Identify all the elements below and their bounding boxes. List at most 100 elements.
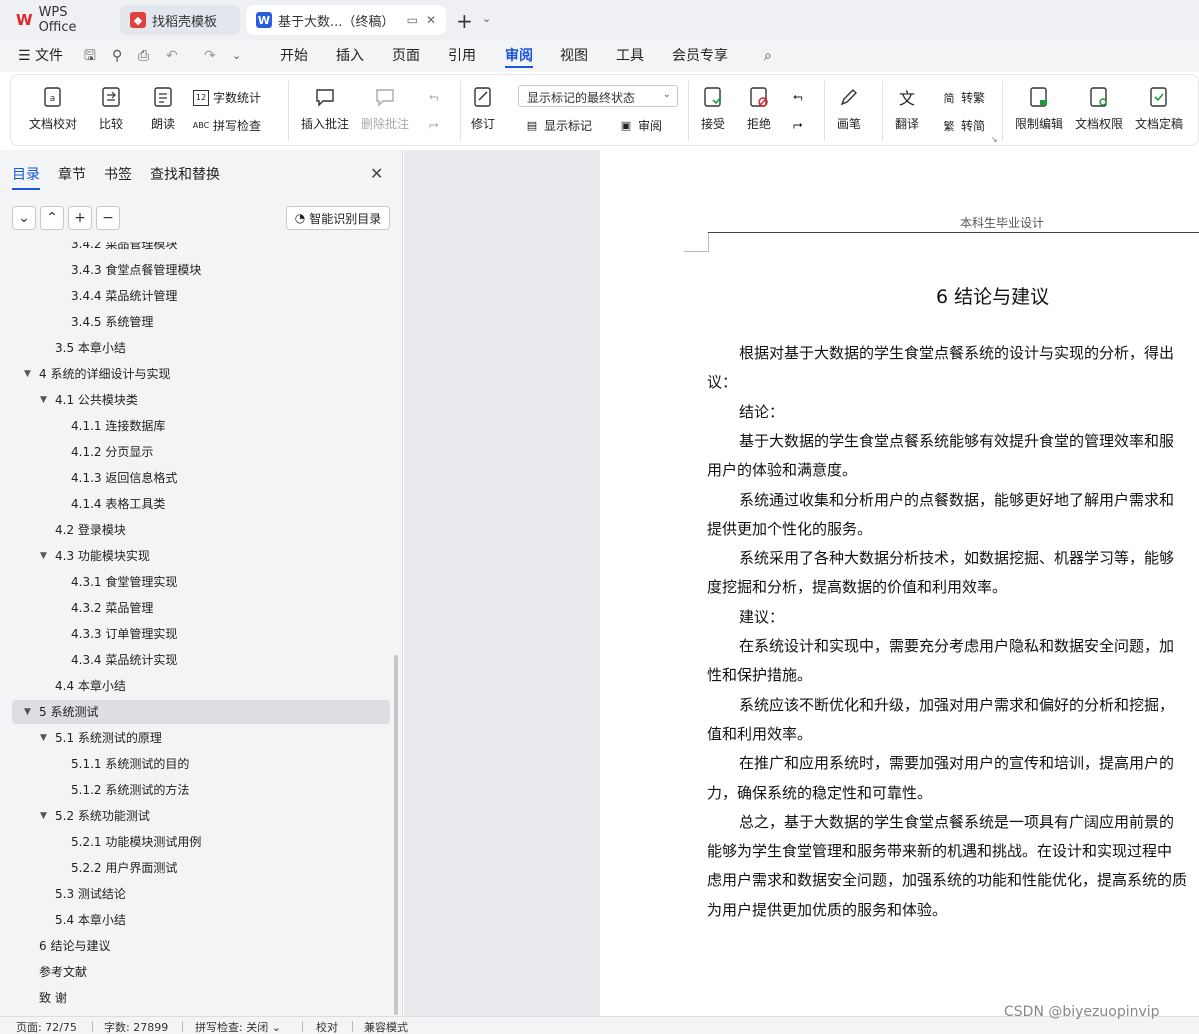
- toc-item[interactable]: 4.3.3 订单管理实现: [12, 622, 390, 646]
- smart-toc-button[interactable]: ◔ 智能识别目录: [286, 206, 390, 230]
- group-expand-icon[interactable]: ↘: [991, 135, 998, 144]
- share-icon[interactable]: ⚲: [112, 46, 122, 68]
- toc-item[interactable]: 6 结论与建议: [12, 934, 390, 958]
- review-pane-button[interactable]: ▣ 审阅: [618, 117, 662, 134]
- collapse-all-button[interactable]: ⌃: [40, 206, 64, 230]
- toc-item[interactable]: 5.1.2 系统测试的方法: [12, 778, 390, 802]
- menu-membership[interactable]: 会员专享: [672, 46, 728, 68]
- tab-toc[interactable]: 目录: [12, 164, 40, 184]
- toc-item[interactable]: ▼ 4 系统的详细设计与实现: [12, 362, 390, 386]
- expand-caret-icon[interactable]: ▼: [40, 544, 47, 568]
- menu-insert[interactable]: 插入: [336, 46, 364, 68]
- toc-item[interactable]: 5.3 测试结论: [12, 882, 390, 906]
- toc-item[interactable]: 4.3.2 菜品管理: [12, 596, 390, 620]
- next-change-icon[interactable]: ⮣: [793, 117, 803, 132]
- toc-item[interactable]: 4.1.2 分页显示: [12, 440, 390, 464]
- toc-item[interactable]: 3.4.3 食堂点餐管理模块: [12, 258, 390, 282]
- tab-bookmark[interactable]: 书签: [104, 164, 132, 184]
- tab-template-store[interactable]: ◆ 找稻壳模板: [120, 5, 240, 35]
- menu-tools[interactable]: 工具: [616, 46, 644, 68]
- expand-caret-icon[interactable]: ▼: [24, 362, 31, 386]
- add-heading-button[interactable]: +: [68, 206, 92, 230]
- delete-comment-button[interactable]: 删除批注: [361, 85, 409, 132]
- accept-button[interactable]: 接受: [701, 85, 725, 132]
- menu-home[interactable]: 开始: [280, 46, 308, 68]
- next-comment-icon[interactable]: ⮣: [429, 117, 439, 132]
- file-menu[interactable]: ☰ 文件: [18, 46, 63, 68]
- expand-caret-icon[interactable]: ▼: [24, 700, 31, 724]
- quick-access-chevron-icon[interactable]: ⌄: [232, 46, 241, 68]
- prev-comment-icon[interactable]: ⮢: [429, 89, 439, 104]
- toc-item[interactable]: 3.4.5 系统管理: [12, 310, 390, 334]
- menu-review[interactable]: 审阅: [505, 46, 533, 68]
- expand-caret-icon[interactable]: ▼: [40, 804, 47, 828]
- menu-page[interactable]: 页面: [392, 46, 420, 68]
- toc-item[interactable]: ▼ 4.3 功能模块实现: [12, 544, 390, 568]
- redo-icon[interactable]: ↷: [204, 46, 216, 68]
- proof-status[interactable]: 校对: [316, 1019, 338, 1034]
- toc-item[interactable]: 4.2 登录模块: [12, 518, 390, 542]
- toc-item[interactable]: 3.5 本章小结: [12, 336, 390, 360]
- toc-item[interactable]: 参考文献: [12, 960, 390, 984]
- close-panel-icon[interactable]: ✕: [370, 164, 383, 183]
- toc-item[interactable]: 3.4.2 菜品管理模块: [12, 242, 390, 256]
- to-simplified-button[interactable]: 繁 转简: [941, 117, 986, 134]
- toc-item[interactable]: ▼ 4.1 公共模块类: [12, 388, 390, 412]
- search-icon[interactable]: ⌕: [764, 46, 772, 68]
- toc-item[interactable]: 4.3.4 菜品统计实现: [12, 648, 390, 672]
- toc-item[interactable]: 4.1.1 连接数据库: [12, 414, 390, 438]
- tab-wps-office[interactable]: W WPS Office: [6, 5, 114, 35]
- document-page[interactable]: 本科生毕业设计 6 结论与建议 根据对基于大数据的学生食堂点餐系统的设计与实现的…: [600, 150, 1199, 1016]
- word-count-status[interactable]: 字数: 27899: [104, 1019, 168, 1034]
- reject-button[interactable]: 拒绝: [747, 85, 771, 132]
- expand-all-button[interactable]: ⌄: [12, 206, 36, 230]
- translate-button[interactable]: 文 翻译: [895, 85, 919, 132]
- tab-close-icon[interactable]: ✕: [426, 13, 436, 27]
- tab-document[interactable]: W 基于大数...（终稿） ▭ ✕: [246, 5, 446, 35]
- toc-scrollbar[interactable]: [394, 655, 398, 1015]
- display-mode-select[interactable]: 显示标记的最终状态 ⌄: [518, 85, 678, 107]
- expand-caret-icon[interactable]: ▼: [40, 726, 47, 750]
- prev-change-icon[interactable]: ⮢: [793, 89, 803, 104]
- page-indicator[interactable]: 页面: 72/75: [16, 1019, 77, 1034]
- spell-check-button[interactable]: ABC 拼写检查: [193, 117, 261, 134]
- to-traditional-button[interactable]: 简 转繁: [941, 89, 986, 106]
- spell-check-status[interactable]: 拼写检查: 关闭 ⌄: [195, 1019, 281, 1034]
- toc-item[interactable]: 4.1.3 返回信息格式: [12, 466, 390, 490]
- new-tab-chevron-icon[interactable]: ⌄: [482, 12, 491, 25]
- insert-comment-button[interactable]: 插入批注: [301, 85, 349, 132]
- toc-item[interactable]: ▼ 5 系统测试: [12, 700, 390, 724]
- toc-item[interactable]: 5.1.1 系统测试的目的: [12, 752, 390, 776]
- print-preview-icon[interactable]: ⎙: [138, 46, 149, 68]
- tab-chapter[interactable]: 章节: [58, 164, 86, 184]
- undo-icon[interactable]: ↶: [166, 46, 178, 68]
- doc-proof-button[interactable]: a 文档校对: [29, 85, 77, 132]
- toc-item[interactable]: 4.3.1 食堂管理实现: [12, 570, 390, 594]
- toc-item[interactable]: 5.4 本章小结: [12, 908, 390, 932]
- new-tab-plus-icon[interactable]: +: [456, 9, 473, 33]
- ink-pen-button[interactable]: 画笔: [837, 85, 861, 132]
- toc-item[interactable]: 3.4.4 菜品统计管理: [12, 284, 390, 308]
- toc-item[interactable]: ▼ 5.1 系统测试的原理: [12, 726, 390, 750]
- toc-item[interactable]: 4.1.4 表格工具类: [12, 492, 390, 516]
- menu-view[interactable]: 视图: [560, 46, 588, 68]
- tab-float-icon[interactable]: ▭: [407, 13, 418, 27]
- menu-references[interactable]: 引用: [448, 46, 476, 68]
- compare-button[interactable]: 比较: [99, 85, 123, 132]
- save-icon[interactable]: 🖫: [84, 46, 96, 68]
- toc-item[interactable]: 5.2.2 用户界面测试: [12, 856, 390, 880]
- read-aloud-button[interactable]: 朗读: [151, 85, 175, 132]
- remove-heading-button[interactable]: −: [96, 206, 120, 230]
- show-markup-button[interactable]: ▤ 显示标记: [524, 117, 592, 134]
- toc-item[interactable]: 4.4 本章小结: [12, 674, 390, 698]
- finalize-button[interactable]: 文档定稿: [1135, 85, 1183, 132]
- permission-button[interactable]: 文档权限: [1075, 85, 1123, 132]
- toc-item[interactable]: 致 谢: [12, 986, 390, 1010]
- restrict-edit-button[interactable]: 限制编辑: [1015, 85, 1063, 132]
- track-changes-button[interactable]: 修订: [471, 85, 495, 132]
- toc-item[interactable]: 5.2.1 功能模块测试用例: [12, 830, 390, 854]
- tab-find-replace[interactable]: 查找和替换: [150, 164, 220, 184]
- word-count-button[interactable]: 12 字数统计: [193, 89, 261, 106]
- toc-item[interactable]: ▼ 5.2 系统功能测试: [12, 804, 390, 828]
- expand-caret-icon[interactable]: ▼: [40, 388, 47, 412]
